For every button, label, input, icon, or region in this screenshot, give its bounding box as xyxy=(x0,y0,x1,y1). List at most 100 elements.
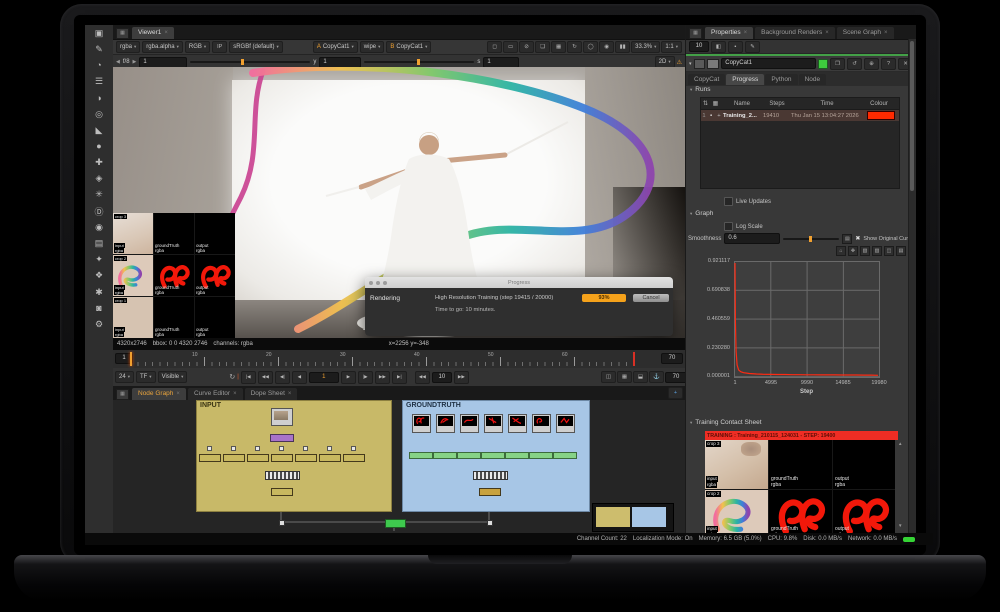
crop-node[interactable] xyxy=(247,454,269,462)
appendclip-node[interactable] xyxy=(265,471,300,480)
tab-scene-graph[interactable]: Scene Graph× xyxy=(837,27,894,39)
image-icon[interactable]: ▣ xyxy=(85,25,113,41)
trash-icon[interactable]: ▪ xyxy=(728,41,743,53)
range-end-field[interactable]: 70 xyxy=(665,372,687,383)
dot-node[interactable] xyxy=(207,446,212,451)
pixel-ratio-select[interactable]: 1:1▾ xyxy=(661,41,682,53)
reformat-node[interactable] xyxy=(271,488,293,496)
node-color-swatch[interactable] xyxy=(694,59,706,69)
training-contact-sheet-header[interactable]: ▾Training Contact Sheet xyxy=(690,419,762,426)
input-b-select[interactable]: BCopyCat1▾ xyxy=(386,41,431,53)
focus-icon[interactable]: ◧ xyxy=(711,41,726,53)
gain-field[interactable]: 1 xyxy=(139,57,187,68)
crop-node[interactable] xyxy=(295,454,317,462)
gamma-field[interactable]: 1 xyxy=(319,57,361,68)
input-a-select[interactable]: ACopyCat1▾ xyxy=(313,41,358,53)
new-viewer-icon[interactable]: ❏ xyxy=(535,41,550,53)
viewer-canvas[interactable]: crop 3 input rgba groundTruth rgba outpu… xyxy=(113,67,685,338)
timeline-ticks[interactable]: 10 20 30 40 50 60 xyxy=(130,352,640,366)
nodegraph-minimap[interactable] xyxy=(592,503,674,532)
tab-properties[interactable]: Properties× xyxy=(705,27,753,39)
smoothness-slider[interactable] xyxy=(783,238,839,240)
current-frame-field[interactable]: 1 xyxy=(309,372,339,383)
postage-stamp-indicator[interactable] xyxy=(818,59,828,69)
lock-range-icon[interactable]: ⬓ xyxy=(633,371,648,383)
crop-node[interactable] xyxy=(319,454,341,462)
read-node-groundtruth[interactable] xyxy=(556,414,575,433)
play-button[interactable]: ▶ xyxy=(341,371,356,384)
crop-node[interactable] xyxy=(199,454,221,462)
alpha-select[interactable]: rgba.alpha▾ xyxy=(142,41,183,53)
frame-increment-button[interactable]: ▶▶ xyxy=(454,371,469,384)
pan-icon[interactable]: ✥ xyxy=(848,246,858,256)
refresh-icon[interactable]: ↻ xyxy=(567,41,582,53)
shuffle-node[interactable] xyxy=(270,434,294,442)
smoothness-knob[interactable] xyxy=(809,236,812,242)
visible-select[interactable]: Visible▾ xyxy=(158,371,188,383)
crop-node[interactable] xyxy=(343,454,365,462)
smoothness-field[interactable]: 0.6 xyxy=(724,233,780,244)
cancel-button[interactable]: Cancel xyxy=(633,294,669,302)
dot-node[interactable] xyxy=(327,446,332,451)
read-node-groundtruth[interactable] xyxy=(436,414,455,433)
gain-slider-knob[interactable] xyxy=(241,59,244,65)
scrollbar-thumb[interactable] xyxy=(910,41,914,191)
graph-section-header[interactable]: ▾Graph xyxy=(690,210,713,217)
draw-icon[interactable]: ✎ xyxy=(85,41,113,57)
live-updates-checkbox[interactable] xyxy=(724,197,733,206)
gamma-slider[interactable] xyxy=(364,61,474,63)
log-scale-checkbox[interactable] xyxy=(724,222,733,231)
export-icon[interactable]: ▤ xyxy=(896,246,906,256)
crop-node[interactable] xyxy=(223,454,245,462)
grid-icon[interactable]: ▦ xyxy=(551,41,566,53)
node-name-field[interactable]: CopyCat1 xyxy=(721,58,816,69)
playhead[interactable] xyxy=(130,352,132,366)
toolsets-icon[interactable]: ✦ xyxy=(85,252,113,268)
pane-menu-icon[interactable]: ▦ xyxy=(116,389,129,400)
tab-node-graph[interactable]: Node Graph× xyxy=(132,388,186,400)
play-backward-fast-button[interactable]: ◀◀ xyxy=(258,371,273,384)
loss-plot[interactable] xyxy=(734,261,880,378)
sort-icon[interactable]: ⇅ xyxy=(701,100,710,107)
shuffle-node-green[interactable] xyxy=(409,452,433,459)
goto-start-button[interactable]: |◀ xyxy=(241,371,256,384)
wipe-select[interactable]: wipe▾ xyxy=(360,41,385,53)
proxy-icon[interactable]: ◻ xyxy=(487,41,502,53)
tab-copycat[interactable]: CopyCat xyxy=(688,74,725,85)
other-icon[interactable]: ❖ xyxy=(85,268,113,284)
crop-node[interactable] xyxy=(271,454,293,462)
keyer-icon[interactable]: ◣ xyxy=(85,122,113,138)
expand-icon[interactable]: + xyxy=(715,113,723,119)
shuffle-node-green[interactable] xyxy=(553,452,577,459)
close-icon[interactable]: × xyxy=(288,388,292,400)
close-icon[interactable]: × xyxy=(233,388,237,400)
merge-icon[interactable]: ● xyxy=(85,138,113,154)
close-icon[interactable]: × xyxy=(744,27,748,39)
timeline-ruler[interactable]: 1 10 20 30 40 50 60 70 xyxy=(113,350,685,369)
gamma-slider-knob[interactable] xyxy=(417,59,420,65)
timeline-end-field[interactable]: 70 xyxy=(661,353,683,364)
pause-icon[interactable]: ▮▮ xyxy=(615,41,630,53)
filter-icon[interactable]: ◎ xyxy=(85,106,113,122)
appendclip-node[interactable] xyxy=(473,471,508,480)
split-pane-icon[interactable]: + xyxy=(668,387,683,399)
tab-node[interactable]: Node xyxy=(799,74,827,85)
visibility-checkbox[interactable]: ▪ xyxy=(707,113,715,119)
disable-icon[interactable]: ⊘ xyxy=(519,41,534,53)
tab-dope-sheet[interactable]: Dope Sheet× xyxy=(245,388,298,400)
read-node-input[interactable] xyxy=(271,408,293,426)
pane-menu-icon[interactable]: ▦ xyxy=(689,28,702,39)
roi-icon[interactable]: ◯ xyxy=(583,41,598,53)
help-icon[interactable]: ? xyxy=(881,58,896,70)
progress-dialog-titlebar[interactable]: Progress xyxy=(365,277,673,288)
time-icon[interactable]: ◔ xyxy=(85,57,113,73)
run-colour-swatch[interactable] xyxy=(867,111,895,120)
flipbook-icon[interactable]: ◫ xyxy=(601,371,616,383)
dot-node[interactable] xyxy=(303,446,308,451)
clipping-icon[interactable]: ◉ xyxy=(599,41,614,53)
col-time[interactable]: Time xyxy=(791,101,863,107)
tab-curve-editor[interactable]: Curve Editor× xyxy=(188,388,243,400)
tab-viewer1[interactable]: Viewer1 × xyxy=(132,27,174,39)
shuffle-node-green[interactable] xyxy=(457,452,481,459)
gain-slider[interactable] xyxy=(190,61,310,63)
